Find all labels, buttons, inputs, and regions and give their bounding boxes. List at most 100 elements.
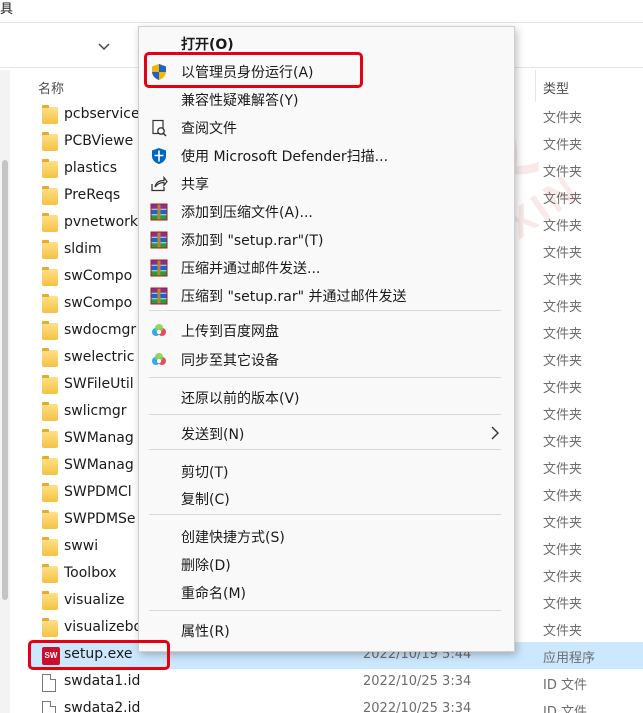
menu-separator xyxy=(149,449,501,450)
winrar-icon xyxy=(150,287,168,305)
menu-separator xyxy=(149,310,501,311)
menu-item-label: 压缩并通过邮件发送... xyxy=(181,261,321,277)
view-file-icon xyxy=(150,119,168,137)
file-name: SWManag xyxy=(64,430,134,446)
file-type: 文件夹 xyxy=(543,408,583,423)
file-row[interactable]: swdata2.id 2022/10/25 3:34 ID 文件 xyxy=(28,696,643,713)
folder-icon xyxy=(42,267,58,286)
menu-item-label: 还原以前的版本(V) xyxy=(181,391,300,407)
file-name: pcbservice xyxy=(64,106,140,122)
menu-item-label: 压缩到 "setup.rar" 并通过邮件发送 xyxy=(181,289,407,305)
menu-item-打开[interactable]: 打开(O) xyxy=(139,31,514,57)
share-icon xyxy=(150,175,168,193)
menu-item-上传到百度网盘[interactable]: 上传到百度网盘 xyxy=(139,318,514,344)
menu-item-压缩到-setup-rar-并通过邮件发送[interactable]: 压缩到 "setup.rar" 并通过邮件发送 xyxy=(139,283,514,309)
menu-item-还原以前的版本[interactable]: 还原以前的版本(V) xyxy=(139,385,514,411)
folder-icon xyxy=(42,510,58,529)
chevron-down-icon[interactable] xyxy=(96,38,112,54)
file-type: 文件夹 xyxy=(543,111,583,126)
chevron-right-icon xyxy=(491,426,499,440)
file-type: ID 文件 xyxy=(543,705,587,713)
menu-separator xyxy=(149,414,501,415)
file-name: setup.exe xyxy=(64,646,133,662)
menu-item-label: 复制(C) xyxy=(181,492,230,508)
menu-separator xyxy=(149,610,501,611)
folder-icon xyxy=(42,105,58,124)
menu-item-label: 属性(R) xyxy=(181,624,230,640)
folder-icon xyxy=(42,132,58,151)
file-type: 文件夹 xyxy=(543,624,583,639)
menu-item-属性[interactable]: 属性(R) xyxy=(139,618,514,644)
menu-item-重命名[interactable]: 重命名(M) xyxy=(139,580,514,606)
menu-item-label: 添加到 "setup.rar"(T) xyxy=(181,233,324,249)
file-name: swlicmgr xyxy=(64,403,127,419)
menu-item-压缩并通过邮件发送[interactable]: 压缩并通过邮件发送... xyxy=(139,255,514,281)
file-type: 文件夹 xyxy=(543,435,583,450)
menu-item-添加到压缩文件[interactable]: 添加到压缩文件(A)... xyxy=(139,199,514,225)
file-row[interactable]: swdata1.id 2022/10/25 3:34 ID 文件 xyxy=(28,669,643,696)
file-name: SWManag xyxy=(64,457,134,473)
menu-item-共享[interactable]: 共享 xyxy=(139,171,514,197)
file-name: PCBViewe xyxy=(64,133,134,149)
file-type: 文件夹 xyxy=(543,489,583,504)
folder-icon xyxy=(42,483,58,502)
folder-icon xyxy=(42,213,58,232)
menu-item-添加到-setup-rar[interactable]: 添加到 "setup.rar"(T) xyxy=(139,227,514,253)
file-type: 文件夹 xyxy=(543,300,583,315)
file-name: SWFileUtil xyxy=(64,376,134,392)
menu-item-查阅文件[interactable]: 查阅文件 xyxy=(139,115,514,141)
menu-item-删除[interactable]: 删除(D) xyxy=(139,552,514,578)
menu-item-使用-microsoft-defender扫描[interactable]: 使用 Microsoft Defender扫描... xyxy=(139,143,514,169)
folder-icon xyxy=(42,159,58,178)
baidu-cloud-icon xyxy=(150,351,168,369)
solidworks-app-icon: SW xyxy=(42,647,60,665)
folder-icon xyxy=(42,294,58,313)
menu-item-以管理员身份运行[interactable]: 以管理员身份运行(A) xyxy=(139,59,514,85)
folder-icon xyxy=(42,348,58,367)
file-type: 文件夹 xyxy=(543,138,583,153)
file-name: sldim xyxy=(64,241,102,257)
file-type: 文件夹 xyxy=(543,219,583,234)
folder-icon xyxy=(42,375,58,394)
file-name: swdata1.id xyxy=(64,673,141,689)
folder-icon xyxy=(42,186,58,205)
winrar-icon xyxy=(150,231,168,249)
file-name: plastics xyxy=(64,160,118,176)
folder-icon xyxy=(42,456,58,475)
menu-item-label: 发送到(N) xyxy=(181,427,245,443)
menu-item-同步至其它设备[interactable]: 同步至其它设备 xyxy=(139,347,514,373)
menu-item-label: 删除(D) xyxy=(181,558,231,574)
column-divider[interactable] xyxy=(535,70,536,102)
folder-icon xyxy=(42,564,58,583)
file-type: 应用程序 xyxy=(543,651,596,666)
menu-item-发送到[interactable]: 发送到(N) xyxy=(139,421,514,447)
document-icon xyxy=(42,674,56,692)
menu-item-label: 剪切(T) xyxy=(181,465,229,481)
file-name: swwi xyxy=(64,538,99,554)
menu-item-复制[interactable]: 复制(C) xyxy=(139,486,514,512)
winrar-icon xyxy=(150,259,168,277)
file-type: 文件夹 xyxy=(543,273,583,288)
file-name: swdata2.id xyxy=(64,700,141,713)
menu-item-剪切[interactable]: 剪切(T) xyxy=(139,459,514,485)
menu-item-创建快捷方式[interactable]: 创建快捷方式(S) xyxy=(139,524,514,550)
file-type: 文件夹 xyxy=(543,192,583,207)
context-menu: 打开(O) 以管理员身份运行(A) 兼容性疑难解答(Y) 查阅文件 使用 Microso… xyxy=(138,26,515,652)
baidu-cloud-icon xyxy=(150,322,168,340)
column-header-name[interactable]: 名称 xyxy=(38,78,64,100)
menu-item-label: 打开(O) xyxy=(181,37,234,53)
column-header-type[interactable]: 类型 xyxy=(543,78,569,100)
file-type: 文件夹 xyxy=(543,327,583,342)
scrollbar[interactable] xyxy=(0,70,10,713)
file-name: visualize xyxy=(64,592,125,608)
file-type: 文件夹 xyxy=(543,165,583,180)
folder-icon xyxy=(42,321,58,340)
menu-item-兼容性疑难解答[interactable]: 兼容性疑难解答(Y) xyxy=(139,87,514,113)
file-type: 文件夹 xyxy=(543,354,583,369)
file-name: swelectric xyxy=(64,349,135,365)
menu-item-label: 添加到压缩文件(A)... xyxy=(181,205,313,221)
menu-item-label: 同步至其它设备 xyxy=(181,353,279,369)
menu-item-label: 以管理员身份运行(A) xyxy=(181,65,314,81)
folder-icon xyxy=(42,537,58,556)
scrollbar-thumb[interactable] xyxy=(2,160,8,600)
